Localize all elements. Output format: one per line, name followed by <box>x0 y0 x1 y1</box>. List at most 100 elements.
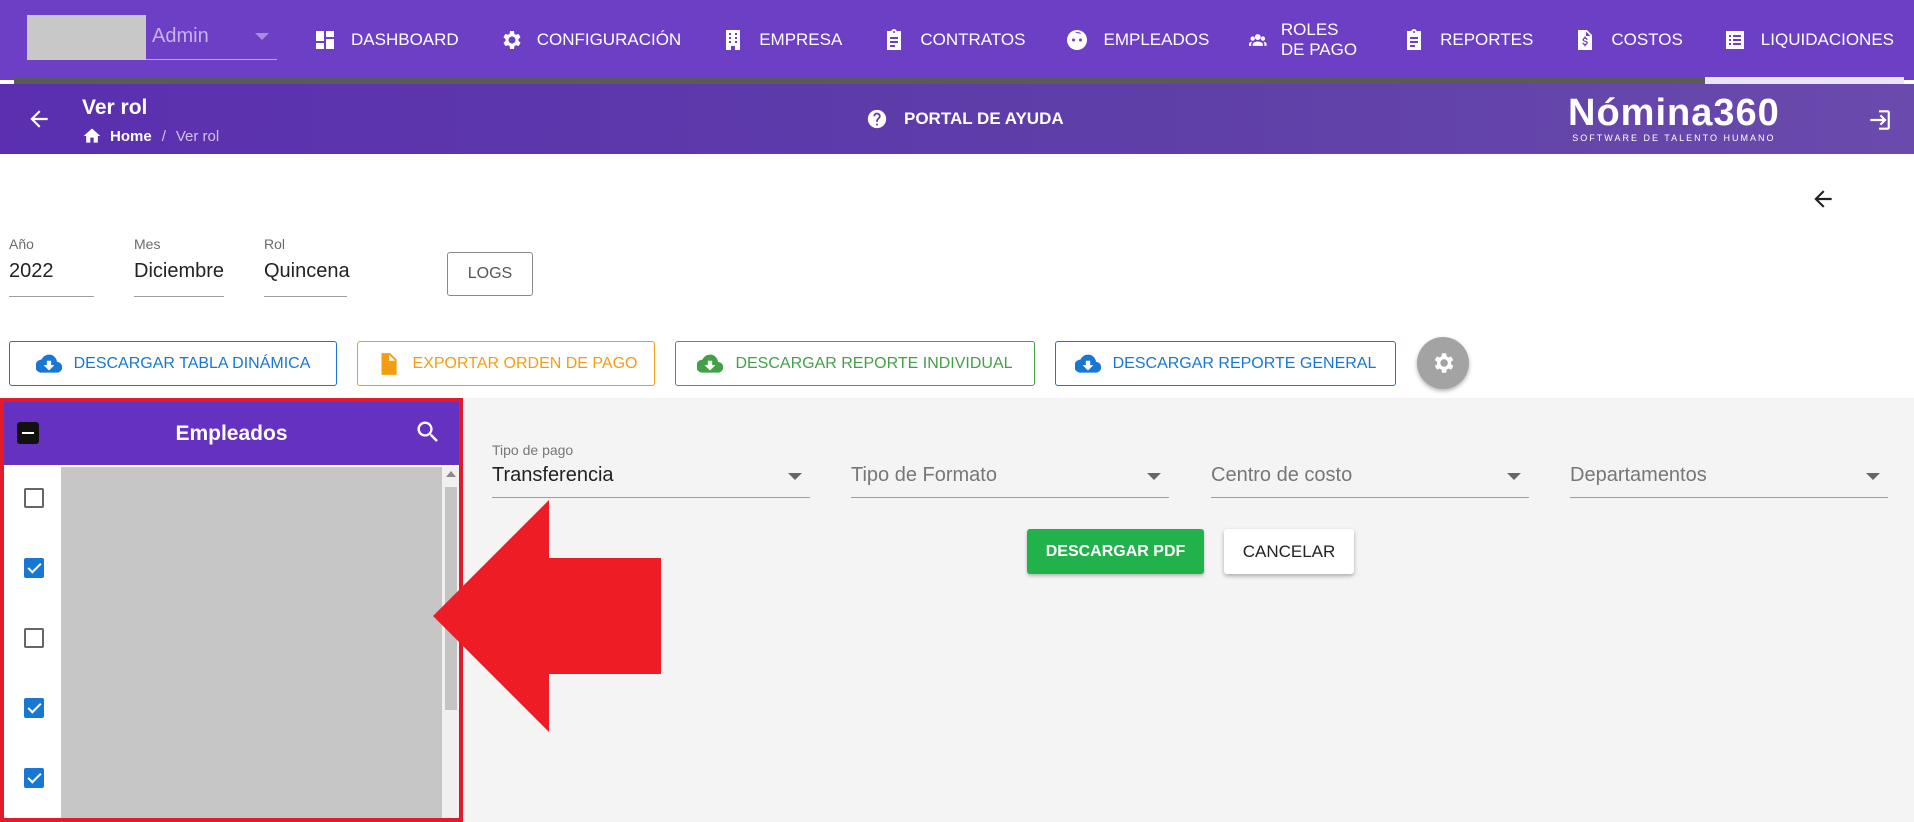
settings-button[interactable] <box>1417 337 1469 389</box>
download-individual-report-button[interactable]: DESCARGAR REPORTE INDIVIDUAL <box>675 341 1035 386</box>
file-icon <box>381 352 397 375</box>
home-icon <box>83 128 101 143</box>
download-pdf-button[interactable]: DESCARGAR PDF <box>1027 529 1204 574</box>
format-type-select[interactable]: Tipo de Formato <box>851 440 1169 498</box>
nav-item-costos[interactable]: COSTOS <box>1553 0 1702 80</box>
company-logo <box>27 15 146 60</box>
clipboard-icon <box>887 29 902 50</box>
departments-placeholder: Departamentos <box>1570 464 1707 486</box>
chevron-down-icon <box>1147 473 1161 480</box>
rol-field-label: Rol <box>264 236 286 252</box>
brand-tagline: SOFTWARE DE TALENTO HUMANO <box>1572 133 1776 143</box>
breadcrumb: Home / Ver rol <box>82 126 219 146</box>
year-field-value: 2022 <box>9 260 54 282</box>
logout-button[interactable] <box>1866 107 1892 133</box>
download-individual-report-label: DESCARGAR REPORTE INDIVIDUAL <box>735 354 1013 372</box>
users-icon <box>1249 34 1267 46</box>
employee-checkbox[interactable] <box>24 698 44 718</box>
main-menu: DASHBOARD CONFIGURACIÓN EMPRESA CONTRATO… <box>293 0 1914 80</box>
brand-logo: Nómina360 SOFTWARE DE TALENTO HUMANO <box>1568 92 1780 143</box>
arrow-left-icon <box>1814 190 1832 208</box>
nav-item-configuracion[interactable]: CONFIGURACIÓN <box>479 0 702 80</box>
breadcrumb-separator: / <box>161 127 166 145</box>
employees-list <box>4 465 459 818</box>
cloud-download-icon <box>697 354 724 373</box>
employee-checkbox[interactable] <box>24 558 44 578</box>
building-icon <box>726 30 741 50</box>
nav-item-contratos[interactable]: CONTRATOS <box>862 0 1045 80</box>
download-pivot-table-label: DESCARGAR TABLA DINÁMICA <box>73 354 311 372</box>
year-field[interactable]: Año 2022 <box>9 236 94 297</box>
back-button[interactable] <box>26 106 52 132</box>
employee-names-redacted <box>61 467 442 818</box>
download-general-report-button[interactable]: DESCARGAR REPORTE GENERAL <box>1055 341 1396 386</box>
nav-item-roles-de-pago[interactable]: ROLES DE PAGO <box>1229 0 1382 80</box>
chevron-down-icon <box>788 473 802 480</box>
chevron-down-icon <box>1866 473 1880 480</box>
nav-item-liquidaciones[interactable]: LIQUIDACIONES <box>1703 0 1914 80</box>
loading-bar <box>14 77 1904 84</box>
company-selector[interactable]: Admin <box>27 15 277 60</box>
employees-panel: Empleados <box>0 398 463 822</box>
scroll-up-arrow[interactable] <box>446 471 456 477</box>
cost-center-select[interactable]: Centro de costo <box>1211 440 1529 498</box>
employee-search-button[interactable] <box>414 418 442 446</box>
export-payment-order-label: EXPORTAR ORDEN DE PAGO <box>412 354 638 372</box>
cancel-button[interactable]: CANCELAR <box>1224 529 1354 574</box>
red-arrow-annotation <box>433 500 661 732</box>
download-pivot-table-button[interactable]: DESCARGAR TABLA DINÁMICA <box>9 341 337 386</box>
page-title: Ver rol <box>82 96 148 119</box>
year-field-label: Año <box>9 236 34 252</box>
logs-button[interactable]: LOGS <box>447 252 533 296</box>
nav-item-dashboard[interactable]: DASHBOARD <box>293 0 479 80</box>
help-icon <box>867 109 887 129</box>
company-selector-value: Admin <box>152 25 209 47</box>
departments-select[interactable]: Departamentos <box>1570 440 1888 498</box>
chevron-down-icon <box>255 33 269 40</box>
download-general-report-label: DESCARGAR REPORTE GENERAL <box>1112 354 1377 372</box>
content-back-button[interactable] <box>1810 186 1836 212</box>
help-portal-link[interactable]: PORTAL DE AYUDA <box>866 108 1064 130</box>
nav-item-empresa[interactable]: EMPRESA <box>701 0 862 80</box>
face-icon <box>1067 30 1088 50</box>
gear-icon <box>503 31 521 49</box>
export-payment-order-button[interactable]: EXPORTAR ORDEN DE PAGO <box>357 341 655 386</box>
cloud-download-icon <box>35 354 62 373</box>
app-root: Admin DASHBOARD CONFIGURACIÓN EMPRESA CO… <box>0 0 1914 822</box>
breadcrumb-home-link[interactable]: Home <box>110 128 152 145</box>
employee-checkbox[interactable] <box>24 768 44 788</box>
search-icon <box>417 421 438 442</box>
nav-item-label: ROLES DE PAGO <box>1280 20 1358 59</box>
nav-item-label: REPORTES <box>1440 30 1534 49</box>
nav-item-label: DASHBOARD <box>351 30 459 49</box>
arrow-left-icon <box>30 110 48 128</box>
employee-checkbox[interactable] <box>24 628 44 648</box>
employees-panel-header: Empleados <box>4 402 459 465</box>
month-field[interactable]: Mes Diciembre <box>134 236 224 297</box>
nav-item-label: CONTRATOS <box>920 30 1026 49</box>
page-header: Ver rol Home / Ver rol PORTAL DE AYUDA N… <box>0 84 1914 154</box>
invoice-icon <box>1578 30 1593 50</box>
month-field-label: Mes <box>134 236 161 252</box>
brand-name: Nómina360 <box>1568 92 1780 134</box>
nav-item-label: COSTOS <box>1611 30 1683 49</box>
month-field-value: Diciembre <box>134 260 225 282</box>
gear-icon <box>1434 353 1454 373</box>
breadcrumb-current: Ver rol <box>175 127 220 145</box>
nav-item-empleados[interactable]: EMPLEADOS <box>1045 0 1229 80</box>
nav-item-reportes[interactable]: REPORTES <box>1382 0 1553 80</box>
employee-checkbox[interactable] <box>24 488 44 508</box>
nav-item-label: EMPLEADOS <box>1103 30 1210 49</box>
loading-bar-indicator <box>1705 77 1904 84</box>
list-icon <box>1725 31 1744 49</box>
help-portal-label: PORTAL DE AYUDA <box>904 109 1064 128</box>
payment-type-label: Tipo de pago <box>492 442 574 458</box>
cloud-download-icon <box>1074 354 1101 373</box>
format-type-placeholder: Tipo de Formato <box>851 464 997 486</box>
nav-item-label: LIQUIDACIONES <box>1760 30 1894 49</box>
dashboard-icon <box>316 31 334 49</box>
rol-field[interactable]: Rol Quincena <box>264 236 350 297</box>
payment-type-select[interactable]: Tipo de pago Transferencia <box>492 440 810 498</box>
logout-icon <box>1870 110 1890 130</box>
employees-panel-title: Empleados <box>175 422 288 445</box>
